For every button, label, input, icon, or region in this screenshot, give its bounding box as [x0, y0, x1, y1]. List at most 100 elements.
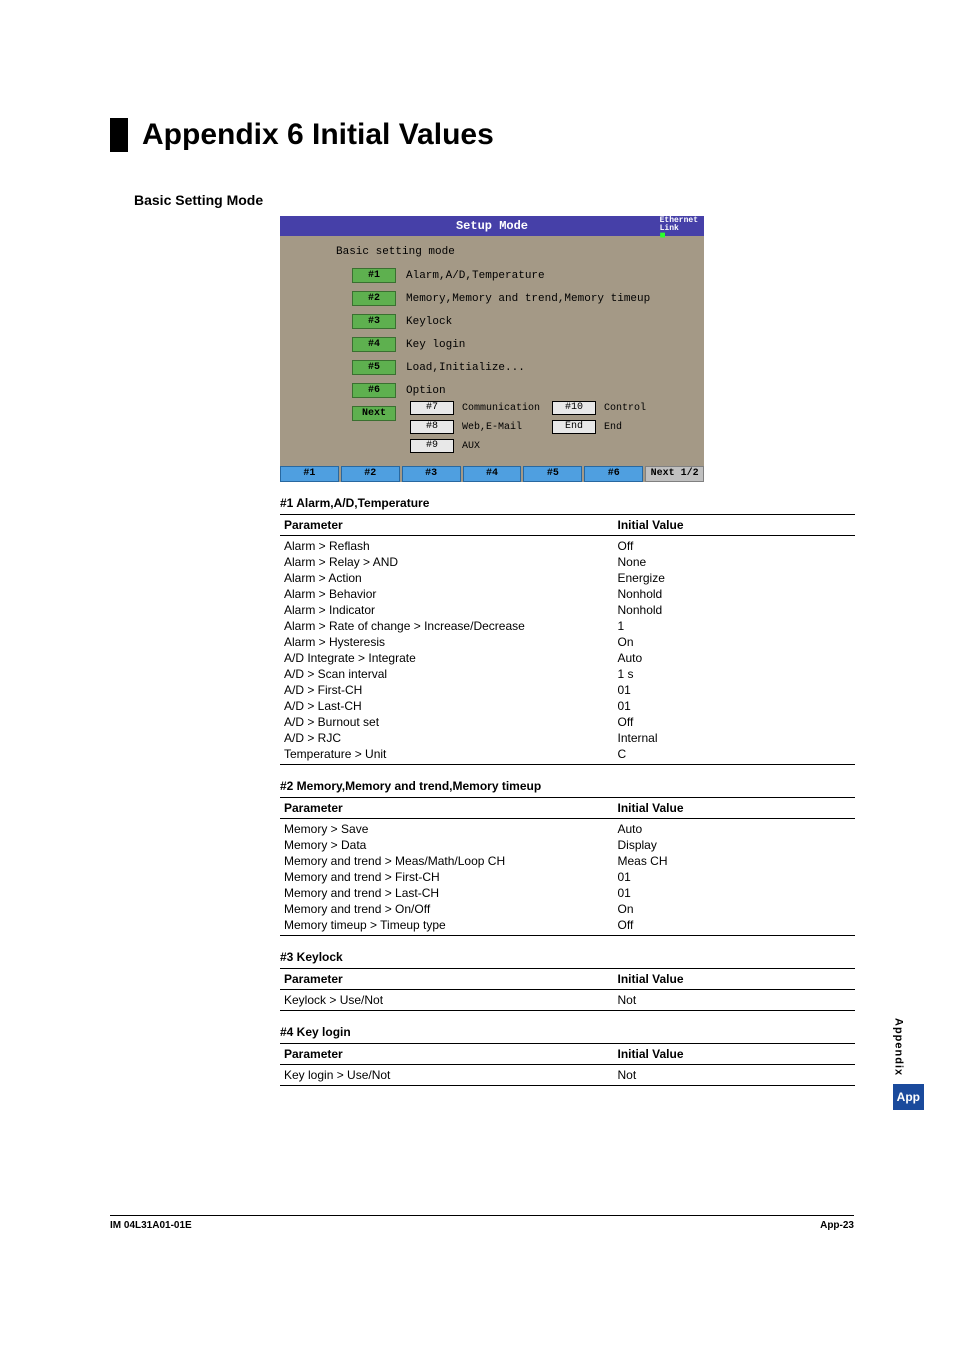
submenu-text: AUX [462, 441, 552, 452]
ethernet-indicator: EthernetLink■ [660, 217, 698, 241]
submenu-button[interactable]: #10 [552, 401, 596, 415]
col-initial-value: Initial Value [614, 515, 856, 536]
cell-parameter: Alarm > Behavior [280, 586, 614, 602]
softkey[interactable]: Next 1/2 [645, 466, 704, 482]
col-initial-value: Initial Value [614, 969, 856, 990]
menu-row: #5 Load,Initialize... [352, 360, 704, 375]
cell-value: None [614, 554, 856, 570]
table-row: Keylock > Use/NotNot [280, 990, 855, 1011]
footer-right: App-23 [820, 1220, 854, 1231]
param-section: #2 Memory,Memory and trend,Memory timeup… [280, 779, 855, 936]
cell-parameter: A/D > Burnout set [280, 714, 614, 730]
submenu-text: Control [604, 403, 694, 414]
footer-left: IM 04L31A01-01E [110, 1220, 192, 1231]
softkey[interactable]: #6 [584, 466, 643, 482]
table-row: Key login > Use/NotNot [280, 1065, 855, 1086]
softkey[interactable]: #5 [523, 466, 582, 482]
cell-value: Off [614, 714, 856, 730]
menu-button[interactable]: #3 [352, 314, 396, 329]
chapter-bar: Appendix 6 Initial Values [110, 118, 914, 152]
table-row: Memory and trend > First-CH01 [280, 869, 855, 885]
cell-parameter: Alarm > Indicator [280, 602, 614, 618]
table-row: Alarm > HysteresisOn [280, 634, 855, 650]
scr-title: Setup Mode [456, 219, 528, 233]
cell-value: C [614, 746, 856, 765]
cell-parameter: Keylock > Use/Not [280, 990, 614, 1011]
page-footer: IM 04L31A01-01E App-23 [110, 1215, 854, 1231]
cell-parameter: A/D > Scan interval [280, 666, 614, 682]
col-parameter: Parameter [280, 1044, 614, 1065]
col-parameter: Parameter [280, 515, 614, 536]
softkey[interactable]: #4 [463, 466, 522, 482]
side-tab: Appendix App [893, 1018, 924, 1110]
chapter-title: Appendix 6 Initial Values [142, 118, 914, 152]
submenu-row: #8Web,E-MailEndEnd [410, 420, 704, 434]
table-row: Alarm > BehaviorNonhold [280, 586, 855, 602]
cell-parameter: A/D Integrate > Integrate [280, 650, 614, 666]
cell-parameter: Memory and trend > First-CH [280, 869, 614, 885]
cell-value: 01 [614, 869, 856, 885]
menu-button[interactable]: #2 [352, 291, 396, 306]
side-badge: App [893, 1084, 924, 1110]
submenu-button[interactable]: #8 [410, 420, 454, 434]
menu-button[interactable]: #5 [352, 360, 396, 375]
cell-value: 01 [614, 698, 856, 714]
col-initial-value: Initial Value [614, 798, 856, 819]
setup-mode-screenshot: Setup Mode EthernetLink■ Basic setting m… [280, 216, 704, 482]
submenu-text: End [604, 422, 694, 433]
cell-value: Auto [614, 650, 856, 666]
cell-value: Meas CH [614, 853, 856, 869]
col-parameter: Parameter [280, 798, 614, 819]
cell-parameter: Memory and trend > Meas/Math/Loop CH [280, 853, 614, 869]
table-row: Alarm > ReflashOff [280, 536, 855, 555]
table-row: Temperature > UnitC [280, 746, 855, 765]
menu-button[interactable]: #6 [352, 383, 396, 398]
side-label: Appendix [893, 1018, 905, 1076]
softkey[interactable]: #1 [280, 466, 339, 482]
menu-row: #1 Alarm,A/D,Temperature [352, 268, 704, 283]
table-row: Alarm > Relay > ANDNone [280, 554, 855, 570]
cell-value: Nonhold [614, 586, 856, 602]
cell-parameter: A/D > RJC [280, 730, 614, 746]
menu-text: Memory,Memory and trend,Memory timeup [406, 293, 650, 305]
table-row: Alarm > IndicatorNonhold [280, 602, 855, 618]
submenu-text: Web,E-Mail [462, 422, 552, 433]
menu-button[interactable]: #4 [352, 337, 396, 352]
table-row: A/D > First-CH01 [280, 682, 855, 698]
submenu-button[interactable]: #9 [410, 439, 454, 453]
section-subhead: #1 Alarm,A/D,Temperature [280, 496, 855, 510]
param-section: #1 Alarm,A/D,Temperature ParameterInitial… [280, 496, 855, 765]
submenu-button[interactable]: #7 [410, 401, 454, 415]
submenu-row: #7Communication#10Control [410, 401, 704, 415]
cell-value: Auto [614, 819, 856, 838]
cell-value: Off [614, 917, 856, 936]
param-table: ParameterInitial ValueKeylock > Use/NotN… [280, 968, 855, 1011]
cell-parameter: Memory and trend > Last-CH [280, 885, 614, 901]
cell-parameter: Alarm > Action [280, 570, 614, 586]
cell-parameter: Memory timeup > Timeup type [280, 917, 614, 936]
menu-row: #2 Memory,Memory and trend,Memory timeup [352, 291, 704, 306]
table-row: Memory > DataDisplay [280, 837, 855, 853]
table-row: Memory and trend > On/OffOn [280, 901, 855, 917]
param-section: #4 Key loginParameterInitial ValueKey lo… [280, 1025, 855, 1086]
menu-row: #3Keylock [352, 314, 704, 329]
cell-value: Not [614, 1065, 856, 1086]
menu-text: Load,Initialize... [406, 362, 525, 374]
cell-value: On [614, 901, 856, 917]
param-table: ParameterInitial ValueAlarm > ReflashOff… [280, 514, 855, 765]
table-row: Memory and trend > Meas/Math/Loop CHMeas… [280, 853, 855, 869]
softkey[interactable]: #2 [341, 466, 400, 482]
cell-parameter: Memory and trend > On/Off [280, 901, 614, 917]
table-row: Memory and trend > Last-CH01 [280, 885, 855, 901]
submenu-button[interactable]: End [552, 420, 596, 434]
table-row: Alarm > ActionEnergize [280, 570, 855, 586]
softkey[interactable]: #3 [402, 466, 461, 482]
cell-value: Nonhold [614, 602, 856, 618]
menu-button[interactable]: Next [352, 406, 396, 421]
menu-button[interactable]: #1 [352, 268, 396, 283]
menu-text: Alarm,A/D,Temperature [406, 270, 545, 282]
table-row: Memory > SaveAuto [280, 819, 855, 838]
cell-value: On [614, 634, 856, 650]
menu-row: #6Option [352, 383, 704, 398]
cell-parameter: Temperature > Unit [280, 746, 614, 765]
